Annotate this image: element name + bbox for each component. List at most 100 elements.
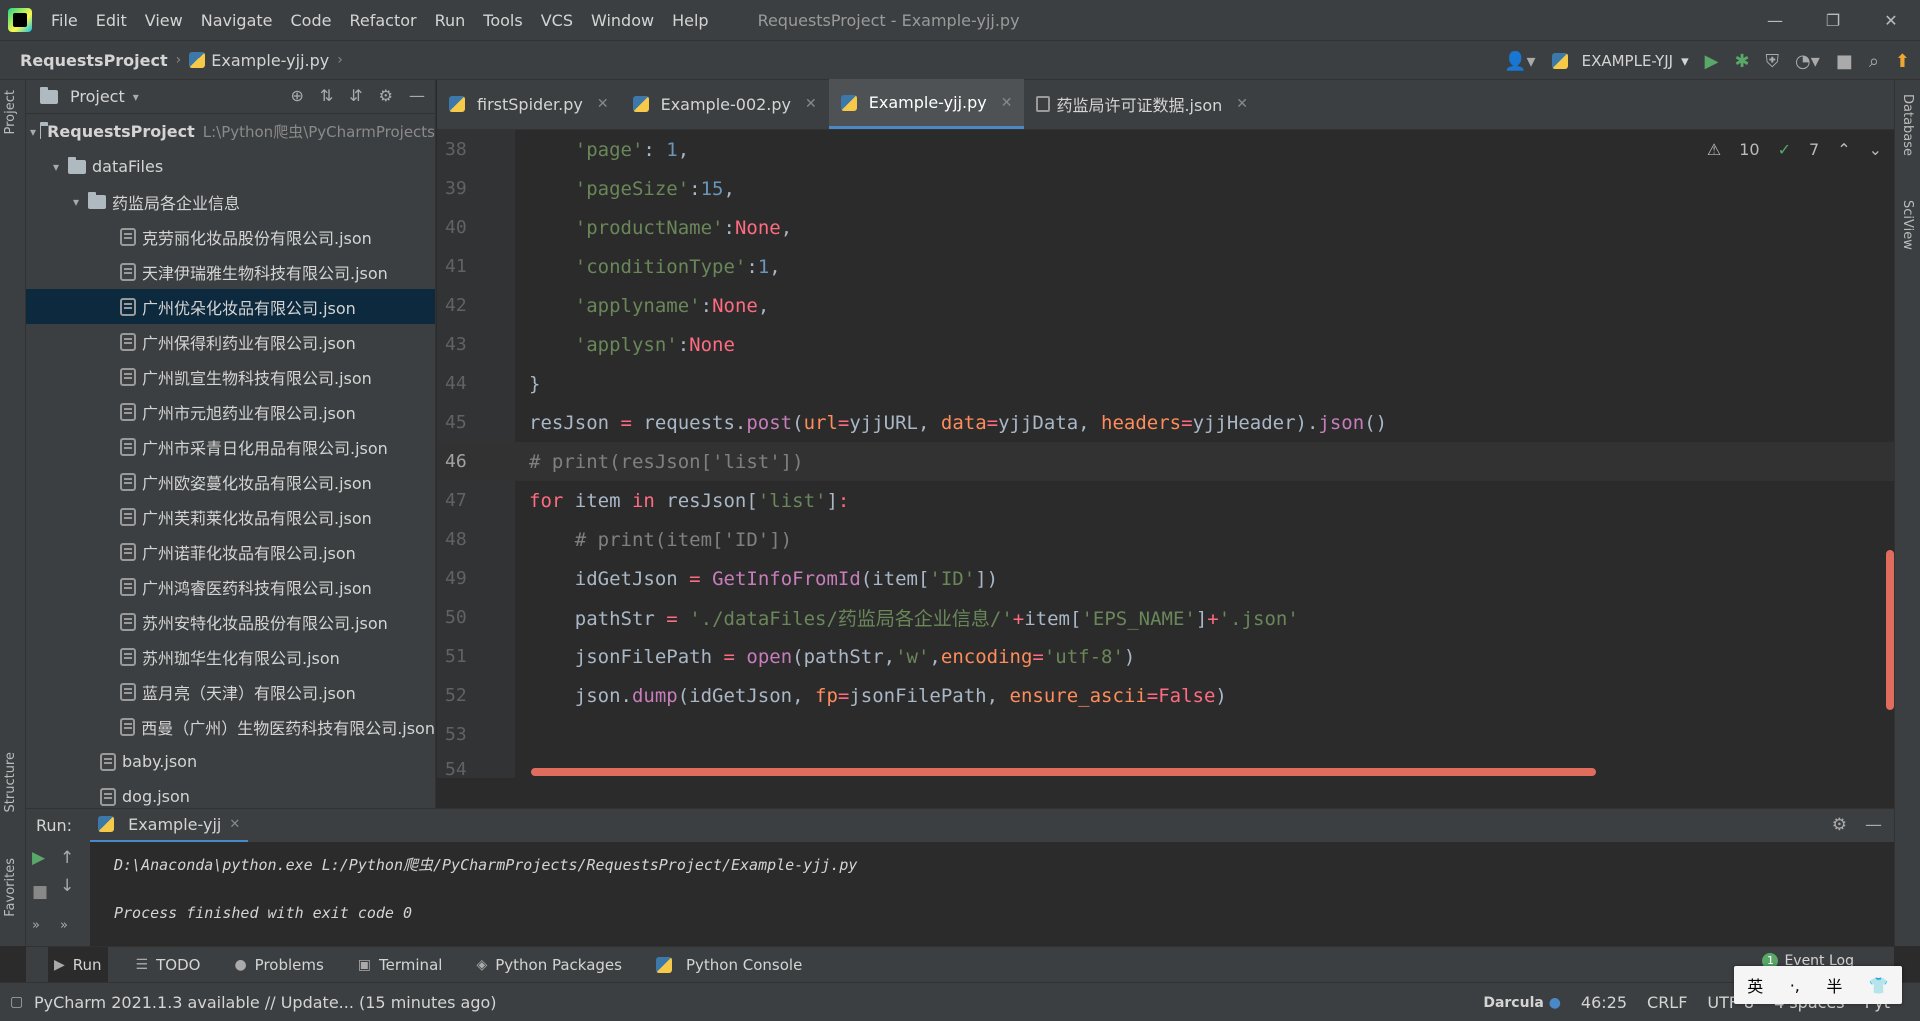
close-icon[interactable]: ✕ [229, 817, 240, 832]
database-tool-tab[interactable]: Database [1900, 94, 1915, 156]
menu-window[interactable]: Window [582, 11, 663, 30]
tab-example-yjj[interactable]: Example-yjj.py ✕ [828, 79, 1025, 129]
tree-file[interactable]: 广州诺菲化妆品有限公司.json [26, 534, 435, 569]
user-icon[interactable]: 👤▾ [1504, 51, 1535, 72]
minimize-button[interactable]: — [1746, 0, 1804, 40]
ime-language[interactable]: 英 [1747, 973, 1763, 997]
run-config-selector[interactable]: EXAMPLE-YJJ ▾ [1551, 52, 1689, 70]
locate-icon[interactable]: ⊕ [290, 86, 303, 105]
expand-all-icon[interactable]: ⇅ [320, 86, 333, 105]
theme-indicator[interactable]: Darcula ● [1483, 995, 1561, 1011]
hide-icon[interactable]: — [409, 86, 425, 105]
stop-icon[interactable]: ■ [32, 882, 48, 902]
ime-toolbar[interactable]: 英 ·, 半 👕 [1734, 966, 1902, 1004]
tree-file-selected[interactable]: 广州优朵化妆品有限公司.json [26, 289, 435, 324]
ime-skin-icon[interactable]: 👕 [1869, 976, 1889, 995]
vertical-scrollbar[interactable] [1886, 550, 1894, 710]
toolwindow-terminal[interactable]: ▣ Terminal [352, 947, 449, 983]
toolwindow-python-console[interactable]: Python Console [650, 947, 808, 983]
ime-width[interactable]: 半 [1826, 973, 1842, 997]
tree-root[interactable]: ▾ RequestsProject L:\Python爬虫\PyCharmPro… [26, 114, 435, 149]
close-window-button[interactable]: ✕ [1862, 0, 1920, 40]
tab-firstspider[interactable]: firstSpider.py ✕ [437, 79, 621, 129]
chevron-down-icon[interactable]: ▾ [133, 90, 139, 104]
structure-tool-tab[interactable]: Structure [3, 752, 18, 812]
menu-code[interactable]: Code [282, 11, 341, 30]
toolwindow-problems[interactable]: ● Problems [228, 947, 329, 983]
code-editor[interactable]: ⚠ 10 ✓ 7 ⌃ ⌄ 38 'page': 1, 39 'pageSize':1… [437, 130, 1894, 778]
menu-view[interactable]: View [136, 11, 192, 30]
tree-file[interactable]: 苏州安特化妆品股份有限公司.json [26, 604, 435, 639]
close-icon[interactable]: ✕ [597, 96, 609, 112]
chevron-down-icon[interactable]: ▾ [68, 195, 84, 209]
tree-folder-subfolder[interactable]: ▾ 药监局各企业信息 [26, 184, 435, 219]
line-separator[interactable]: CRLF [1647, 993, 1687, 1012]
tree-file[interactable]: 天津伊瑞雅生物科技有限公司.json [26, 254, 435, 289]
rerun-icon[interactable]: ▶ [32, 848, 45, 868]
tab-example-002[interactable]: Example-002.py ✕ [621, 79, 829, 129]
close-icon[interactable]: ✕ [1001, 95, 1013, 111]
tree-file[interactable]: baby.json [26, 744, 435, 779]
tree-file[interactable]: 西曼（广州）生物医药科技有限公司.json [26, 709, 435, 744]
stop-icon[interactable]: ■ [1836, 51, 1853, 72]
menu-run[interactable]: Run [426, 11, 475, 30]
collapse-all-icon[interactable]: ⇵ [349, 86, 362, 105]
run-console[interactable]: ▶ ↑ ■ ↓ » » D:\Anaconda\python.exe L:/Py… [26, 842, 1894, 946]
menu-help[interactable]: Help [663, 11, 717, 30]
tree-file[interactable]: 广州欧姿蔓化妆品有限公司.json [26, 464, 435, 499]
menu-navigate[interactable]: Navigate [192, 11, 282, 30]
debug-icon[interactable]: ✱ [1734, 51, 1749, 72]
project-panel-title[interactable]: Project [70, 87, 125, 106]
coverage-icon[interactable]: ⛨ [1766, 51, 1780, 72]
code-line: 52 json.dump(idGetJson, fp=jsonFilePath,… [437, 676, 1894, 715]
chevron-down-icon[interactable]: ▾ [30, 125, 36, 139]
gear-icon[interactable]: ⚙ [1832, 815, 1847, 835]
layout-toggle-icon[interactable]: ▢ [10, 994, 23, 1010]
tree-file[interactable]: 广州市元旭药业有限公司.json [26, 394, 435, 429]
menu-vcs[interactable]: VCS [532, 11, 582, 30]
tree-file[interactable]: 克劳丽化妆品股份有限公司.json [26, 219, 435, 254]
gear-icon[interactable]: ⚙ [379, 86, 393, 105]
tree-file[interactable]: 广州鸿睿医药科技有限公司.json [26, 569, 435, 604]
more-icon[interactable]: » [32, 918, 40, 933]
search-icon[interactable]: ⌕ [1869, 51, 1879, 72]
run-icon[interactable]: ▶ [1705, 51, 1719, 72]
tree-file[interactable]: dog.json [26, 779, 435, 808]
menu-tools[interactable]: Tools [474, 11, 531, 30]
horizontal-scrollbar[interactable] [531, 768, 1596, 776]
breadcrumb-project[interactable]: RequestsProject [0, 51, 168, 70]
tree-folder-datafiles[interactable]: ▾ dataFiles [26, 149, 435, 184]
run-tab[interactable]: Example-yjj ✕ [90, 809, 249, 843]
tree-file[interactable]: 广州凯宣生物科技有限公司.json [26, 359, 435, 394]
arrow-down-icon[interactable]: ↓ [60, 876, 74, 896]
breadcrumb-file[interactable]: Example-yjj.py [189, 51, 329, 70]
sciview-tool-tab[interactable]: SciView [1900, 200, 1915, 250]
menu-file[interactable]: File [42, 11, 87, 30]
tree-file[interactable]: 广州保得利药业有限公司.json [26, 324, 435, 359]
favorites-tool-tab[interactable]: Favorites [3, 858, 18, 917]
tree-file[interactable]: 广州芙莉莱化妆品有限公司.json [26, 499, 435, 534]
chevron-down-icon[interactable]: ▾ [48, 160, 64, 174]
restore-button[interactable]: ❐ [1804, 0, 1862, 40]
tree-file[interactable]: 苏州珈华生化有限公司.json [26, 639, 435, 674]
line-number: 43 [445, 334, 467, 355]
update-icon[interactable]: ⬆ [1895, 51, 1910, 72]
menu-edit[interactable]: Edit [87, 11, 136, 30]
tree-file[interactable]: 广州市采青日化用品有限公司.json [26, 429, 435, 464]
more-icon[interactable]: » [60, 918, 68, 933]
tab-json-data[interactable]: 药监局许可证数据.json ✕ [1024, 79, 1260, 129]
hide-icon[interactable]: — [1865, 815, 1882, 835]
profile-icon[interactable]: ◔▾ [1795, 51, 1820, 72]
ime-punctuation[interactable]: ·, [1790, 976, 1800, 995]
close-icon[interactable]: ✕ [805, 96, 817, 112]
arrow-up-icon[interactable]: ↑ [60, 848, 74, 868]
caret-position[interactable]: 46:25 [1581, 993, 1627, 1012]
menu-refactor[interactable]: Refactor [340, 11, 425, 30]
close-icon[interactable]: ✕ [1236, 96, 1248, 112]
toolwindow-todo[interactable]: ☰ TODO [130, 947, 207, 983]
project-tool-tab[interactable]: Project [3, 90, 18, 134]
toolwindow-python-packages[interactable]: ◈ Python Packages [470, 947, 628, 983]
tree-file[interactable]: 蓝月亮（天津）有限公司.json [26, 674, 435, 709]
status-message[interactable]: PyCharm 2021.1.3 available // Update... … [34, 993, 497, 1012]
toolwindow-run[interactable]: ▶ Run [48, 946, 108, 983]
